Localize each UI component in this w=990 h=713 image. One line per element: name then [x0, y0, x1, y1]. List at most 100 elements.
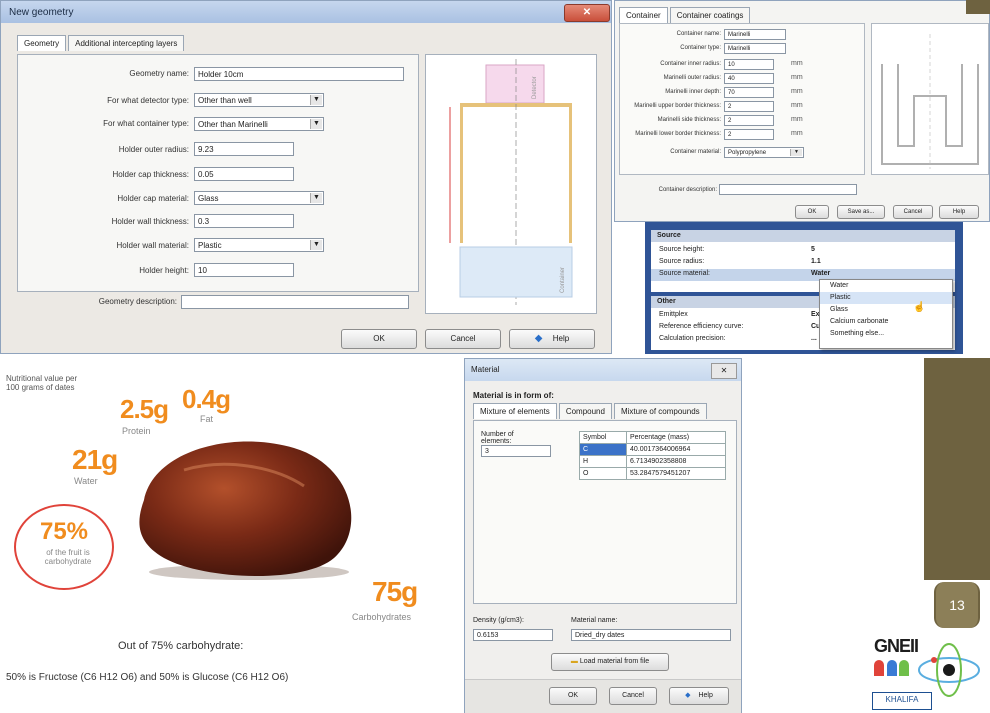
percentage-header: Percentage (mass): [626, 431, 726, 444]
source-material-value[interactable]: Water: [811, 270, 830, 277]
material-ok-button[interactable]: OK: [549, 687, 597, 705]
outer-radius-label: Holder outer radius:: [118, 145, 189, 154]
preview-top-label: Detector: [532, 76, 538, 99]
num-elements-input[interactable]: 3: [481, 445, 551, 457]
geometry-preview: Detector Container: [425, 54, 597, 314]
close-button[interactable]: ✕: [564, 4, 610, 22]
container-type-value: Other than Marinelli: [198, 120, 268, 129]
carbohydrate-circle: [14, 504, 114, 590]
source-radius-label: Source radius:: [659, 258, 705, 265]
chevron-down-icon: ▼: [310, 119, 322, 129]
container-tab-bar: Container Container coatings: [619, 7, 752, 23]
detector-type-select[interactable]: Other than well ▼: [194, 93, 324, 107]
description-input[interactable]: [181, 295, 409, 309]
container-description-input[interactable]: [719, 184, 857, 195]
container-dialog: Container Container coatings Container na…: [614, 0, 990, 222]
table-row[interactable]: O 53.2847579451207: [579, 467, 726, 480]
page-number-text: 13: [949, 597, 965, 613]
wall-material-value: Plastic: [198, 241, 222, 250]
menu-item-calcium-carbonate[interactable]: Calcium carbonate: [820, 316, 952, 328]
geometry-preview-drawing: Detector Container: [449, 59, 573, 305]
side-thickness-input[interactable]: 2: [724, 115, 774, 126]
material-cancel-button[interactable]: Cancel: [609, 687, 657, 705]
container-ok-button[interactable]: OK: [795, 205, 829, 219]
khalifa-logo: KHALIFA: [872, 692, 932, 710]
outer-radius-input[interactable]: 9.23: [194, 142, 294, 156]
wall-thickness-input[interactable]: 0.3: [194, 214, 294, 228]
density-input[interactable]: 0.6153: [473, 629, 553, 641]
container-inner-radius-input[interactable]: 10: [724, 59, 774, 70]
upper-border-input[interactable]: 2: [724, 101, 774, 112]
tab-mixture-of-compounds[interactable]: Mixture of compounds: [613, 403, 707, 419]
summary-line-1: Out of 75% carbohydrate:: [118, 640, 244, 652]
protein-value: 2.5g: [120, 394, 169, 424]
symbol-cell[interactable]: C: [579, 443, 627, 456]
carb-percentage: 75%: [39, 518, 89, 545]
holder-height-input[interactable]: 10: [194, 263, 294, 277]
tab-container-coatings[interactable]: Container coatings: [669, 7, 751, 23]
container-type-input[interactable]: Marinelli: [724, 43, 786, 54]
container-save-as-button[interactable]: Save as...: [837, 205, 885, 219]
atom-logo-icon: [918, 643, 980, 697]
menu-item-glass[interactable]: Glass: [820, 304, 952, 316]
symbol-cell[interactable]: O: [579, 467, 627, 480]
material-dropdown-menu[interactable]: Water Plastic Glass Calcium carbonate So…: [819, 279, 953, 349]
geometry-name-input[interactable]: Holder 10cm: [194, 67, 404, 81]
wall-material-label: Holder wall material:: [116, 241, 189, 250]
container-type-select[interactable]: Other than Marinelli ▼: [194, 117, 324, 131]
percentage-cell[interactable]: 53.2847579451207: [626, 467, 726, 480]
page-number: 13: [934, 582, 980, 628]
precision-label: Calculation precision:: [659, 335, 726, 342]
marinelli-outer-radius-input[interactable]: 40: [724, 73, 774, 84]
container-material-select[interactable]: Polypropylene ▼: [724, 147, 804, 158]
tab-mixture-of-elements[interactable]: Mixture of elements: [473, 403, 557, 419]
material-close-button[interactable]: ✕: [711, 363, 737, 379]
precision-value[interactable]: ...: [811, 335, 817, 342]
wall-material-select[interactable]: Plastic ▼: [194, 238, 324, 252]
tab-bar: Geometry Additional intercepting layers: [17, 35, 186, 51]
help-button[interactable]: ◆ Help: [509, 329, 595, 349]
help-icon: ◆: [685, 692, 691, 699]
tab-additional-layers[interactable]: Additional intercepting layers: [68, 35, 185, 51]
container-help-button[interactable]: Help: [939, 205, 979, 219]
material-name-input[interactable]: Dried_dry dates: [571, 629, 731, 641]
material-help-button[interactable]: ◆ Help: [669, 687, 729, 705]
emittplex-label: Emittplex: [659, 311, 688, 318]
source-radius-value[interactable]: 1.1: [811, 258, 821, 265]
cancel-button[interactable]: Cancel: [425, 329, 501, 349]
container-cancel-button[interactable]: Cancel: [893, 205, 933, 219]
container-type-label: For what container type:: [103, 119, 189, 128]
percentage-cell[interactable]: 6.7134902358808: [626, 455, 726, 468]
load-material-button[interactable]: ▬ Load material from file: [551, 653, 669, 671]
elements-table[interactable]: Symbol Percentage (mass) C 40.0017364006…: [579, 431, 726, 480]
other-header-label: Other: [657, 298, 676, 305]
tab-geometry[interactable]: Geometry: [17, 35, 67, 51]
material-help-label: Help: [698, 692, 713, 699]
symbol-cell[interactable]: H: [579, 455, 627, 468]
percentage-cell[interactable]: 40.0017364006964: [626, 443, 726, 456]
source-height-value[interactable]: 5: [811, 246, 815, 253]
table-row[interactable]: H 6.7134902358808: [579, 455, 726, 468]
tab-container[interactable]: Container: [619, 7, 668, 23]
detector-type-label: For what detector type:: [107, 96, 189, 105]
cap-thickness-input[interactable]: 0.05: [194, 167, 294, 181]
source-height-label: Source height:: [659, 246, 705, 253]
marinelli-inner-depth-input[interactable]: 70: [724, 87, 774, 98]
side-accent-panel-top: [966, 0, 990, 14]
container-name-input[interactable]: Marinelli: [724, 29, 786, 40]
material-tab-bar: Mixture of elements Compound Mixture of co…: [473, 403, 709, 419]
menu-item-something-else[interactable]: Something else...: [820, 328, 952, 340]
tab-compound[interactable]: Compound: [558, 403, 612, 419]
description-label: Geometry description:: [98, 297, 177, 306]
cap-material-select[interactable]: Glass ▼: [194, 191, 324, 205]
table-row[interactable]: C 40.0017364006964: [579, 443, 726, 456]
dialog-title: New geometry: [9, 6, 74, 18]
container-type-label2: Container type:: [680, 45, 721, 51]
ok-button[interactable]: OK: [341, 329, 417, 349]
menu-item-plastic[interactable]: Plastic: [820, 292, 952, 304]
container-material-label: Container material:: [670, 149, 721, 155]
source-material-label: Source material:: [659, 270, 710, 277]
menu-item-water[interactable]: Water: [820, 280, 952, 292]
lower-border-input[interactable]: 2: [724, 129, 774, 140]
marinelli-inner-depth-label: Marinelli inner depth:: [665, 89, 721, 95]
